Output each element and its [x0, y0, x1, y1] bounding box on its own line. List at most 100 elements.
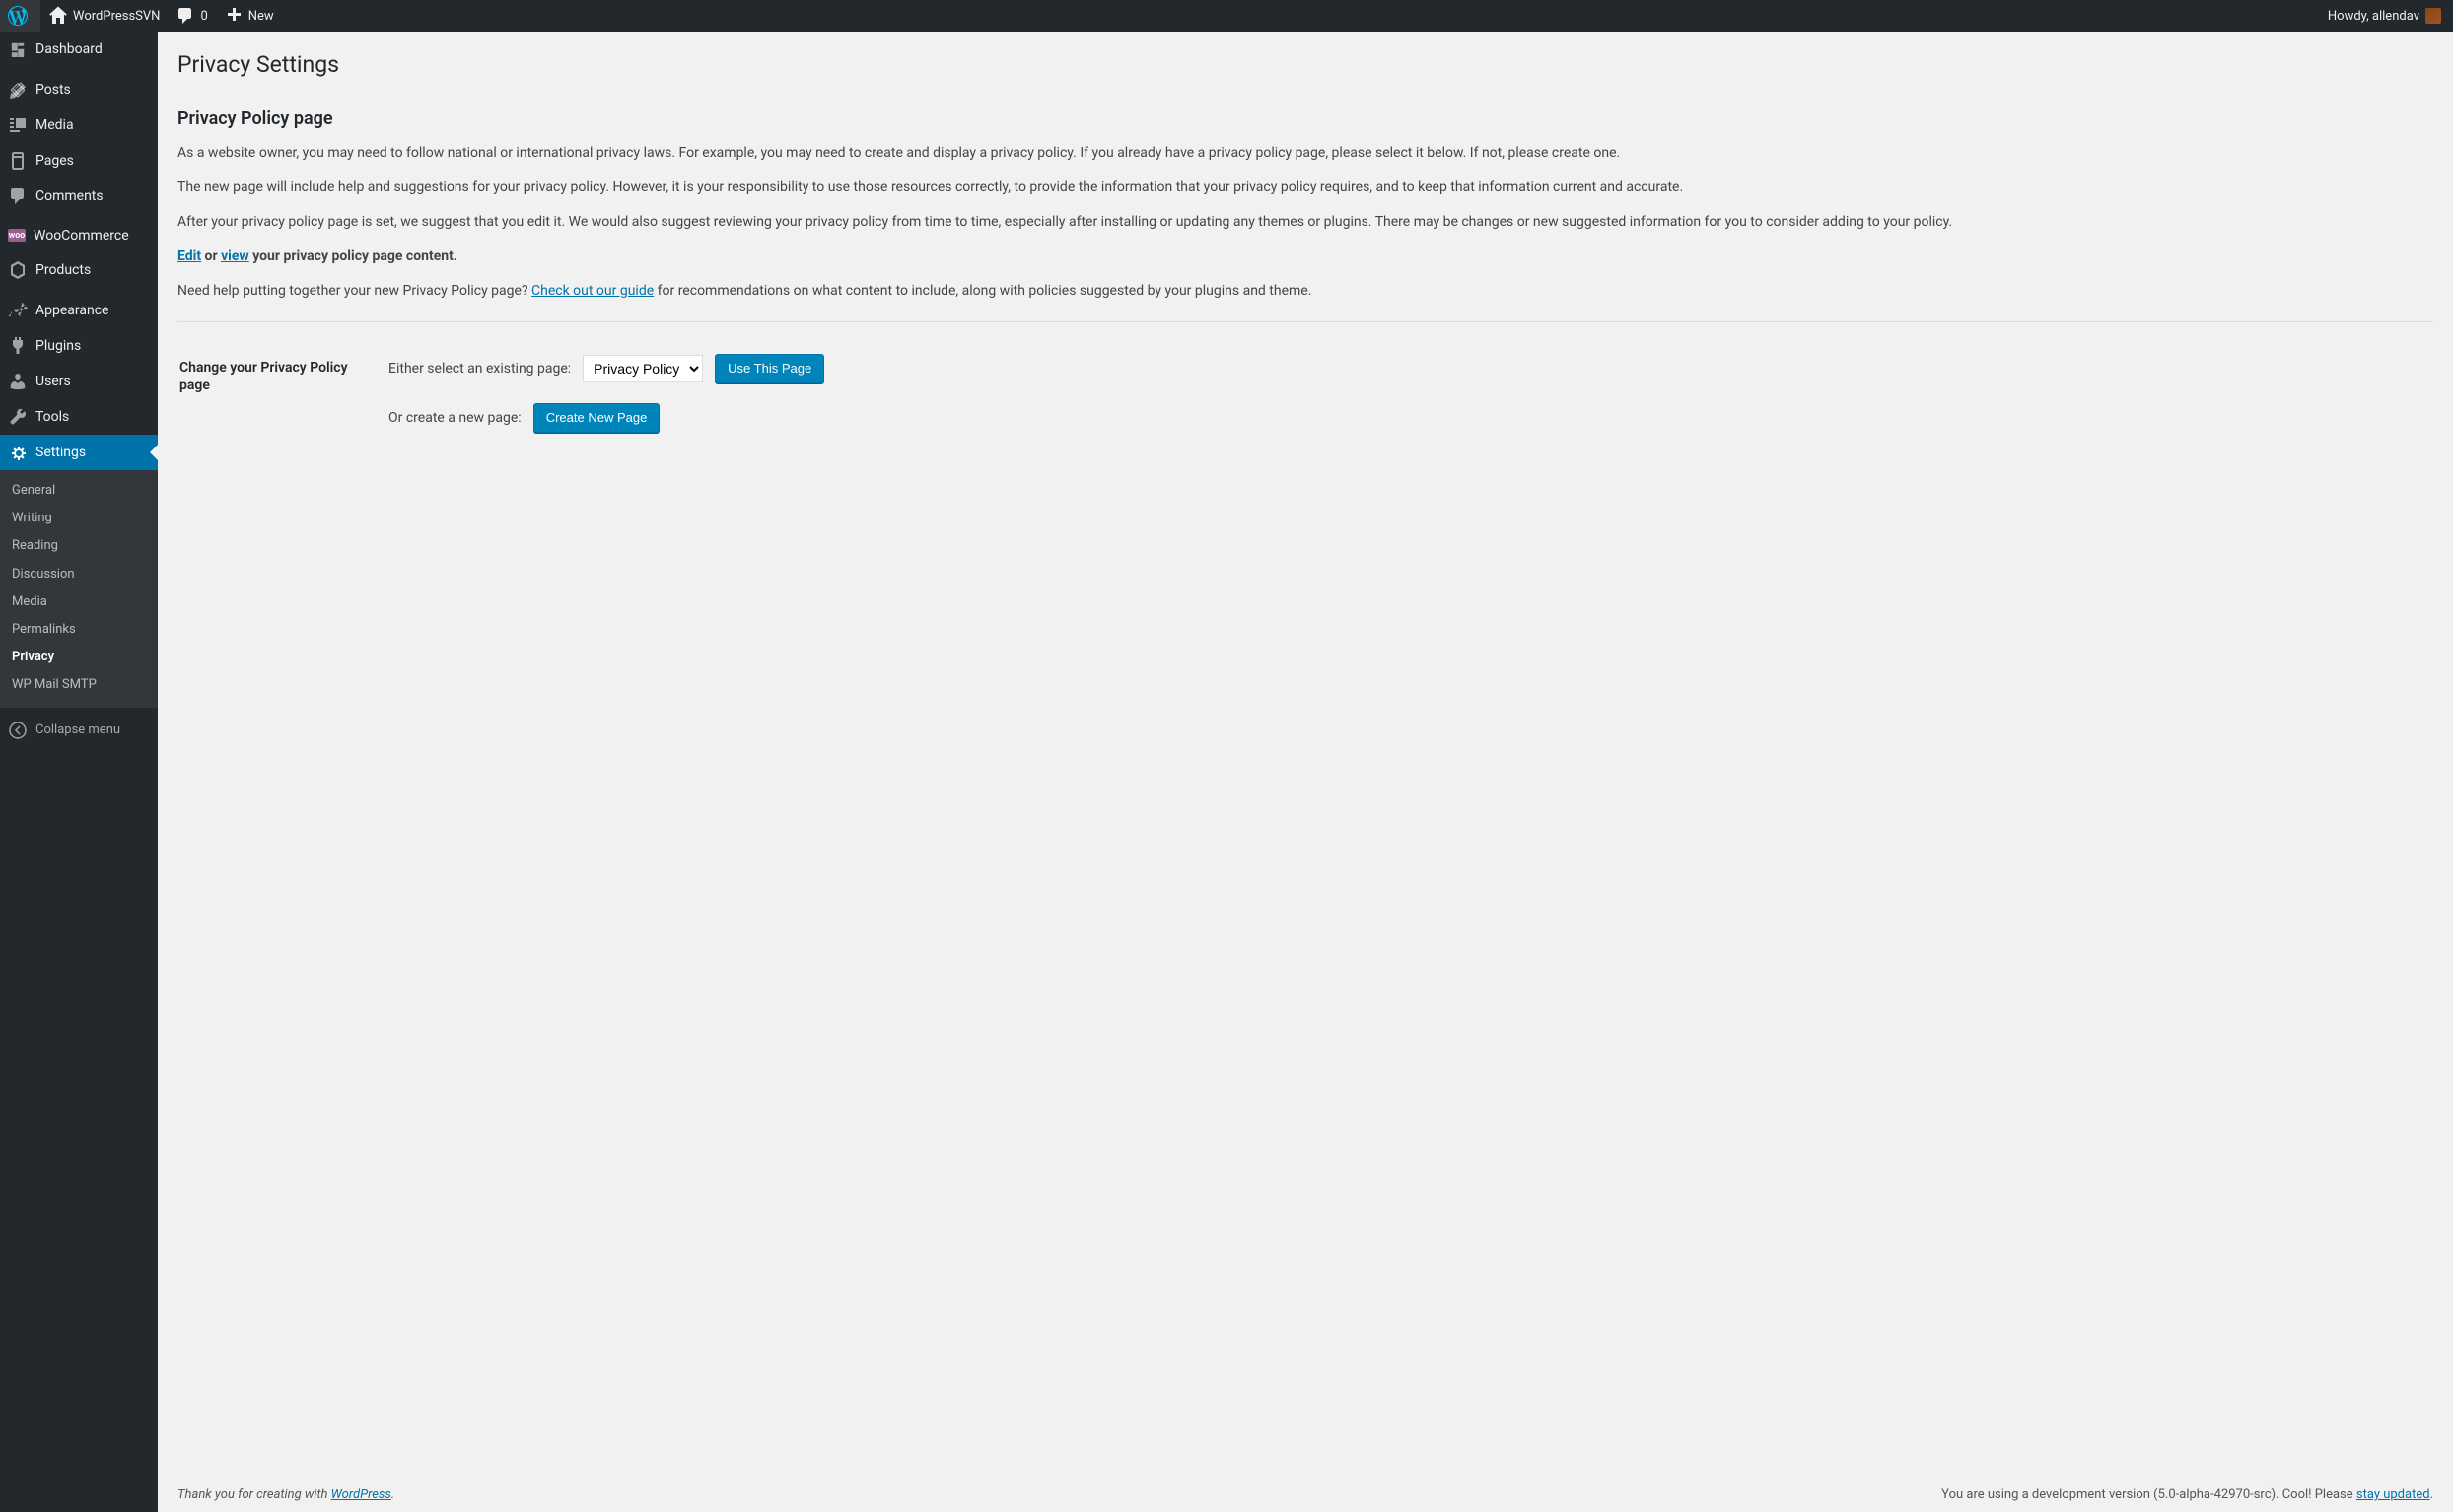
- sidebar-item-products[interactable]: Products: [0, 252, 158, 288]
- divider: [177, 321, 2433, 322]
- sidebar-item-users[interactable]: Users: [0, 364, 158, 399]
- sidebar-item-tools[interactable]: Tools: [0, 399, 158, 435]
- sidebar-item-label: Posts: [35, 82, 71, 98]
- sidebar-item-pages[interactable]: Pages: [0, 143, 158, 178]
- tools-icon: [8, 407, 28, 427]
- edit-view-paragraph: Edit or view your privacy policy page co…: [177, 246, 2433, 267]
- site-name: WordPressSVN: [73, 9, 160, 24]
- thanks-suffix: .: [391, 1487, 394, 1502]
- sidebar-item-posts[interactable]: Posts: [0, 72, 158, 107]
- home-icon: [48, 6, 68, 26]
- submenu-item-discussion[interactable]: Discussion: [0, 561, 158, 588]
- footer-thanks: Thank you for creating with WordPress.: [177, 1487, 394, 1502]
- sidebar-item-appearance[interactable]: Appearance: [0, 293, 158, 328]
- admin-bar: WordPressSVN 0 New Howdy, allendav: [0, 0, 2453, 32]
- sidebar-item-plugins[interactable]: Plugins: [0, 328, 158, 364]
- page-title: Privacy Settings: [177, 41, 2433, 84]
- submenu-item-general[interactable]: General: [0, 477, 158, 505]
- my-account-link[interactable]: Howdy, allendav: [2320, 0, 2453, 32]
- sidebar-item-label: Plugins: [35, 338, 81, 354]
- users-icon: [8, 372, 28, 391]
- intro-paragraph-1: As a website owner, you may need to foll…: [177, 143, 2433, 164]
- submenu-item-privacy[interactable]: Privacy: [0, 644, 158, 671]
- products-icon: [8, 260, 28, 280]
- settings-icon: [8, 443, 28, 462]
- sidebar-item-label: WooCommerce: [34, 228, 129, 243]
- howdy-text: Howdy, allendav: [2328, 9, 2419, 24]
- main-content: Privacy Settings Privacy Policy page As …: [158, 32, 2453, 1512]
- dashboard-icon: [8, 39, 28, 59]
- sidebar-item-label: Appearance: [35, 303, 108, 318]
- comments-link[interactable]: 0: [168, 0, 215, 32]
- sidebar-item-settings[interactable]: Settings: [0, 435, 158, 470]
- footer: Thank you for creating with WordPress. Y…: [177, 1478, 2433, 1512]
- create-page-button[interactable]: Create New Page: [533, 403, 661, 433]
- collapse-menu-button[interactable]: Collapse menu: [0, 713, 158, 748]
- sidebar-item-label: Products: [35, 262, 91, 278]
- submenu-item-reading[interactable]: Reading: [0, 532, 158, 560]
- avatar-icon: [2425, 8, 2441, 24]
- admin-sidebar: Dashboard Posts Media Pages Comments woo…: [0, 32, 158, 1512]
- pages-icon: [8, 151, 28, 171]
- submenu-item-media[interactable]: Media: [0, 588, 158, 616]
- sidebar-item-woocommerce[interactable]: woo WooCommerce: [0, 219, 158, 252]
- thanks-prefix: Thank you for creating with: [177, 1487, 331, 1502]
- page-select[interactable]: Privacy Policy: [583, 355, 703, 382]
- sidebar-item-comments[interactable]: Comments: [0, 178, 158, 214]
- sidebar-item-dashboard[interactable]: Dashboard: [0, 32, 158, 67]
- submenu-item-writing[interactable]: Writing: [0, 505, 158, 532]
- version-prefix: You are using a development version (5.0…: [1941, 1487, 2356, 1502]
- sidebar-item-label: Users: [35, 374, 71, 389]
- comments-count: 0: [200, 9, 207, 24]
- woocommerce-icon: woo: [8, 229, 26, 242]
- wp-logo-menu[interactable]: [0, 0, 40, 32]
- edit-link[interactable]: Edit: [177, 248, 201, 264]
- wordpress-link[interactable]: WordPress: [331, 1487, 391, 1502]
- sidebar-item-media[interactable]: Media: [0, 107, 158, 143]
- sidebar-item-label: Dashboard: [35, 41, 103, 57]
- admin-bar-left: WordPressSVN 0 New: [0, 0, 282, 32]
- select-existing-label: Either select an existing page:: [388, 361, 571, 377]
- collapse-label: Collapse menu: [35, 722, 120, 737]
- sidebar-item-label: Pages: [35, 153, 74, 169]
- intro-paragraph-3: After your privacy policy page is set, w…: [177, 212, 2433, 233]
- new-label: New: [248, 9, 274, 24]
- sidebar-item-label: Tools: [35, 409, 69, 425]
- guide-link[interactable]: Check out our guide: [531, 283, 654, 299]
- submenu-item-permalinks[interactable]: Permalinks: [0, 616, 158, 644]
- plugins-icon: [8, 336, 28, 356]
- create-new-label: Or create a new page:: [388, 410, 522, 426]
- help-paragraph: Need help putting together your new Priv…: [177, 281, 2433, 302]
- sidebar-item-label: Media: [35, 117, 74, 133]
- intro-paragraph-2: The new page will include help and sugge…: [177, 177, 2433, 198]
- select-page-row: Either select an existing page: Privacy …: [388, 354, 2421, 383]
- version-suffix: .: [2430, 1487, 2433, 1502]
- site-home-link[interactable]: WordPressSVN: [40, 0, 168, 32]
- admin-bar-right: Howdy, allendav: [2320, 0, 2453, 32]
- privacy-form-table: Change your Privacy Policy page Either s…: [177, 342, 2433, 464]
- settings-submenu: General Writing Reading Discussion Media…: [0, 470, 158, 708]
- collapse-icon: [8, 721, 28, 740]
- media-icon: [8, 115, 28, 135]
- edit-suffix-text: your privacy policy page content.: [249, 248, 457, 264]
- view-link[interactable]: view: [221, 248, 249, 264]
- sidebar-item-label: Comments: [35, 188, 104, 204]
- create-page-row: Or create a new page: Create New Page: [388, 403, 2421, 433]
- footer-version: You are using a development version (5.0…: [1941, 1487, 2433, 1502]
- appearance-icon: [8, 301, 28, 320]
- comments-icon: [8, 186, 28, 206]
- help-prefix-text: Need help putting together your new Priv…: [177, 283, 531, 299]
- comments-icon: [175, 6, 195, 26]
- use-page-button[interactable]: Use This Page: [715, 354, 824, 383]
- section-title: Privacy Policy page: [177, 108, 2433, 129]
- wordpress-logo-icon: [8, 6, 28, 26]
- change-policy-label: Change your Privacy Policy page: [179, 344, 377, 462]
- help-suffix-text: for recommendations on what content to i…: [654, 283, 1311, 299]
- stay-updated-link[interactable]: stay updated: [2356, 1487, 2430, 1502]
- posts-icon: [8, 80, 28, 100]
- submenu-item-wp-mail-smtp[interactable]: WP Mail SMTP: [0, 671, 158, 699]
- edit-or-text: or: [201, 248, 221, 264]
- new-content-link[interactable]: New: [216, 0, 282, 32]
- sidebar-item-label: Settings: [35, 445, 86, 460]
- plus-icon: [224, 6, 244, 26]
